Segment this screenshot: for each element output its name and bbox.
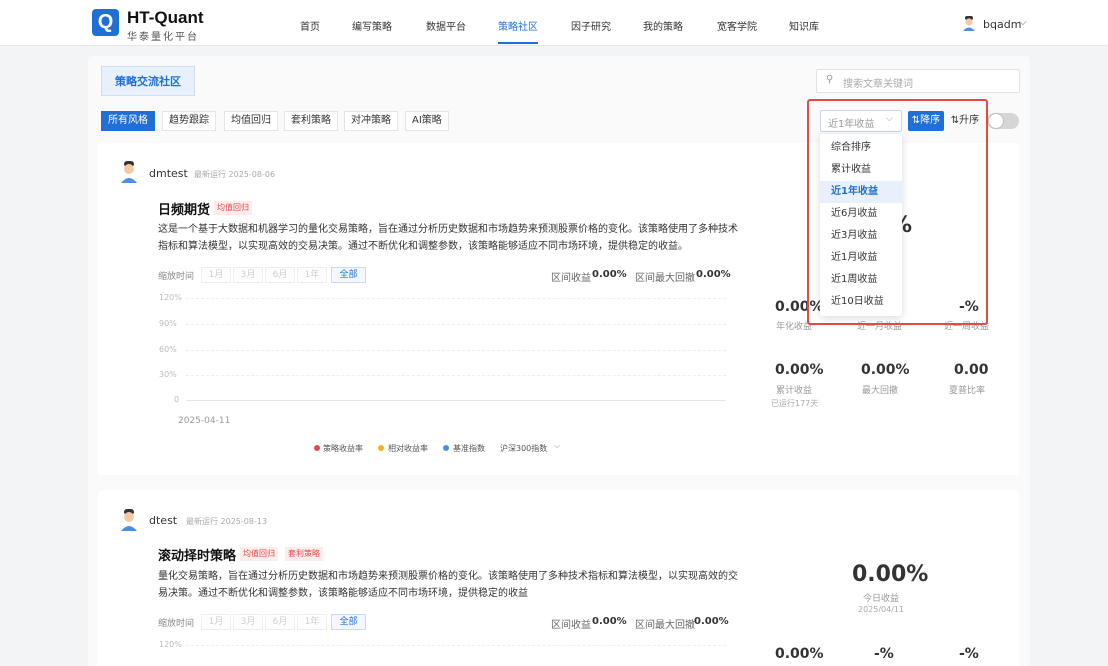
range-6m[interactable]: 6月 [265,267,295,283]
interval-return-label: 区间收益 [551,620,591,631]
highlight-box [807,99,988,325]
y-axis-tick: 60% [159,345,177,354]
grid-line [186,324,726,325]
legend-benchmark[interactable]: 基准指数 [453,443,485,454]
range-1y[interactable]: 1年 [297,614,327,630]
y-axis-tick: 30% [159,370,177,379]
grid-line [186,350,726,351]
annual-return-value: 0.00% [775,646,824,662]
zoom-time-label: 缩放时间 [158,272,195,282]
interval-max-drawdown-value: 0.00% [694,616,729,627]
nav-item-community[interactable]: 策略社区 [498,18,538,33]
interval-return-label: 区间收益 [551,273,591,284]
filter-hedge[interactable]: 对冲策略 [344,111,398,131]
brand-title[interactable]: HT-Quant [127,8,204,28]
nav-item-home[interactable]: 首页 [300,18,320,33]
user-avatar-icon [121,509,137,531]
range-1m[interactable]: 1月 [201,614,231,630]
grid-line [186,375,726,376]
nav-item-data-platform[interactable]: 数据平台 [426,18,466,33]
nav-item-write-strategy[interactable]: 编写策略 [352,18,392,33]
interval-max-drawdown-label: 区间最大回撤 [635,620,695,631]
filter-mean-reversion[interactable]: 均值回归 [224,111,278,131]
x-axis-start-date: 2025-04-11 [178,416,231,426]
legend-dot [314,445,320,451]
y-axis-tick: 120% [159,293,182,302]
last-run-date: 最新运行 2025-08-13 [186,517,268,526]
strategy-description-line: 指标和算法模型，以实现高效的交易决策。通过不断优化和调整参数，该策略能够适应不同… [158,241,688,252]
search-placeholder: 搜索文章关键词 [843,79,913,90]
search-icon: ⚲ [826,74,834,85]
strategy-tag: 均值回归 [240,547,278,561]
chevron-down-icon[interactable]: ⌵ [1019,17,1027,28]
strategy-author[interactable]: dtest [149,514,177,527]
range-all[interactable]: 全部 [331,614,366,630]
filter-all-styles[interactable]: 所有风格 [101,111,155,131]
nav-active-indicator [498,42,538,44]
filter-trend-following[interactable]: 趋势跟踪 [162,111,216,131]
interval-max-drawdown-label: 区间最大回撤 [635,273,695,284]
month-return-value: -% [874,646,894,662]
interval-return-value: 0.00% [592,269,627,280]
interval-return-value: 0.00% [592,616,627,627]
nav-item-factor-research[interactable]: 因子研究 [571,18,611,33]
brand-subtitle: 华泰量化平台 [127,32,199,43]
max-drawdown-value: 0.00% [861,362,910,378]
strategy-tag: 均值回归 [214,201,252,215]
y-axis-tick: 120% [159,640,182,649]
grid-line [186,645,726,646]
user-avatar-icon [121,161,137,183]
user-name[interactable]: bqadm [983,18,1021,31]
range-3m[interactable]: 3月 [233,267,263,283]
strategy-description-line: 量化交易策略，旨在通过分析历史数据和市场趋势来预测股票价格的变化。该策略使用了多… [158,571,738,582]
today-return-value: 0.00% [852,562,929,587]
today-return-date: 2025/04/11 [858,605,905,614]
max-drawdown-label: 最大回撤 [862,386,899,396]
strategy-description-line: 易决策。通过不断优化和调整参数，该策略能够适应不同市场环境，提供稳定的收益 [158,588,528,599]
range-3m[interactable]: 3月 [233,614,263,630]
toggle-knob[interactable] [989,114,1003,128]
strategy-description-line: 这是一个基于大数据和机器学习的量化交易策略，旨在通过分析历史数据和市场趋势来预测… [158,224,738,235]
range-6m[interactable]: 6月 [265,614,295,630]
interval-max-drawdown-value: 0.00% [696,269,731,280]
legend-dot [378,445,384,451]
nav-item-knowledge-base[interactable]: 知识库 [789,18,819,33]
nav-item-quant-academy[interactable]: 宽客学院 [717,18,757,33]
legend-relative-return[interactable]: 相对收益率 [388,443,428,454]
nav-item-my-strategies[interactable]: 我的策略 [643,18,683,33]
today-return-label: 今日收益 [863,594,900,604]
x-axis-line [186,400,726,401]
sharpe-ratio-value: 0.00 [954,362,989,378]
range-1y[interactable]: 1年 [297,267,327,283]
legend-strategy-return[interactable]: 策略收益率 [323,443,363,454]
strategy-title[interactable]: 滚动择时策略 [158,545,236,564]
benchmark-select[interactable]: 沪深300指数 [500,443,547,454]
chevron-down-icon[interactable]: ⌵ [554,441,560,451]
strategy-title[interactable]: 日频期货 [158,199,210,218]
legend-dot [443,445,449,451]
range-all[interactable]: 全部 [331,267,366,283]
filter-arbitrage[interactable]: 套利策略 [284,111,338,131]
y-axis-tick: 90% [159,319,177,328]
user-avatar-icon[interactable] [962,16,976,31]
community-title: 策略交流社区 [101,66,195,96]
logo-icon[interactable]: Q [92,9,119,36]
strategy-tag: 套利策略 [285,547,323,561]
sharpe-ratio-label: 夏普比率 [949,386,986,396]
strategy-author[interactable]: dmtest [149,167,188,180]
cumulative-return-label: 累计收益 [776,386,813,396]
week-return-value: -% [959,646,979,662]
zoom-time-label: 缩放时间 [158,619,195,629]
grid-line [186,298,726,299]
cumulative-return-value: 0.00% [775,362,824,378]
y-axis-tick: 0 [174,395,180,404]
range-1m[interactable]: 1月 [201,267,231,283]
filter-ai[interactable]: AI策略 [405,111,449,131]
last-run-date: 最新运行 2025-08-06 [194,170,276,179]
running-days: 已运行177天 [771,399,819,408]
